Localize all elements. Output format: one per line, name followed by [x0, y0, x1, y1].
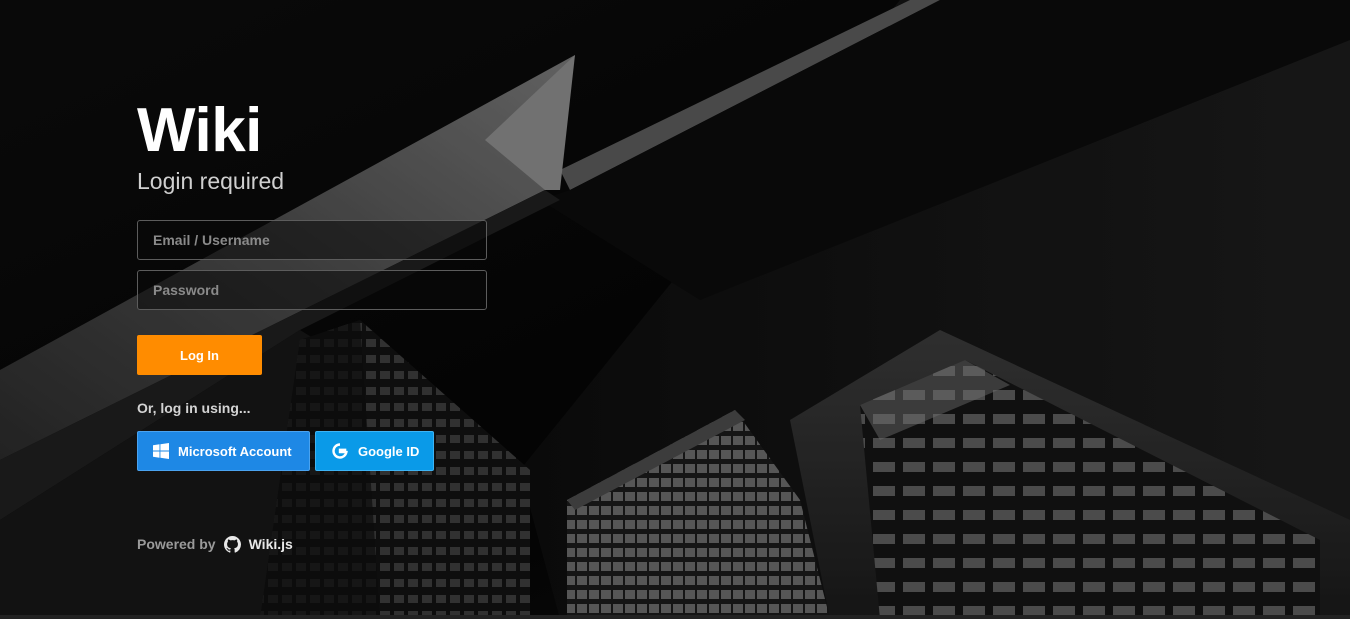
footer: Powered by Wiki.js — [137, 534, 293, 554]
google-g-icon — [332, 443, 348, 459]
login-subtitle: Login required — [137, 168, 285, 194]
wikijs-link[interactable]: Wiki.js — [249, 536, 293, 552]
microsoft-login-button[interactable]: Microsoft Account — [137, 431, 310, 471]
password-input[interactable] — [137, 270, 487, 310]
app-title: Wiki — [137, 96, 262, 165]
google-login-label: Google ID — [358, 443, 420, 459]
alt-login-label: Or, log in using... — [137, 400, 251, 416]
github-icon — [223, 535, 241, 553]
login-button[interactable]: Log In — [137, 335, 262, 375]
login-panel: Wiki Login required Log In Or, log in us… — [137, 0, 537, 619]
username-input[interactable] — [137, 220, 487, 260]
microsoft-login-label: Microsoft Account — [178, 443, 292, 459]
login-page: Wiki Login required Log In Or, log in us… — [0, 0, 1350, 619]
powered-by-text: Powered by — [137, 536, 216, 552]
windows-logo-icon — [153, 443, 169, 459]
google-login-button[interactable]: Google ID — [315, 431, 434, 471]
